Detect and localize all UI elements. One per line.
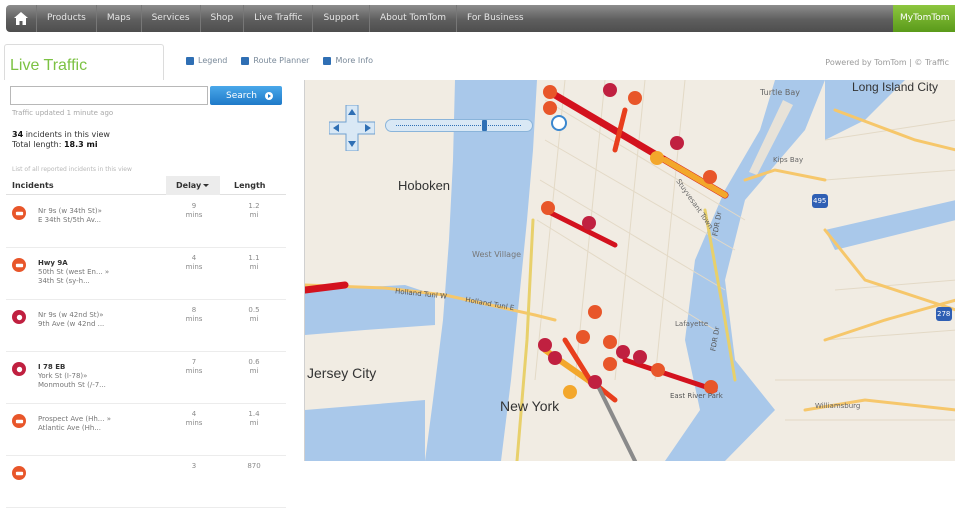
- pan-control[interactable]: [329, 105, 375, 151]
- search-button[interactable]: Search: [210, 86, 282, 105]
- incident-count: 34: [12, 130, 24, 139]
- zoom-handle[interactable]: [482, 120, 487, 131]
- incident-length: 0.5 mi: [248, 306, 260, 323]
- map-label-turtle-bay: Turtle Bay: [760, 88, 800, 97]
- incident-delay: 8 mins: [185, 306, 203, 323]
- incident-count-text: incidents in this view: [25, 130, 110, 139]
- map-label-jersey-city: Jersey City: [307, 365, 377, 381]
- map-tabs: Legend Route Planner More Info: [186, 56, 373, 65]
- incident-description: Hwy 9A 50th St (west En... » 34th St (sy-h…: [38, 259, 110, 285]
- map-label-kips-bay: Kips Bay: [773, 156, 804, 164]
- tab-more-info-label: More Info: [335, 56, 373, 65]
- incident-delay: 4 mins: [185, 410, 203, 427]
- home-button[interactable]: [6, 5, 36, 32]
- shield-495: 495: [813, 197, 827, 205]
- list-note: List of all reported incidents in this v…: [12, 166, 132, 173]
- page-title: Live Traffic: [10, 57, 88, 74]
- map-label-west-village: West Village: [472, 250, 522, 259]
- incident-length: 1.1 mi: [248, 254, 260, 271]
- search-input[interactable]: [10, 86, 208, 105]
- tab-route-planner[interactable]: Route Planner: [241, 56, 309, 65]
- incident-row[interactable]: Nr 9s (w 34th St)» E 34th St/5th Av... 9m…: [6, 196, 286, 248]
- incident-length: 1.4 mi: [248, 410, 260, 427]
- incident-length: 1.2 mi: [248, 202, 260, 219]
- arrow-right-icon: [264, 91, 273, 100]
- nav-live-traffic[interactable]: Live Traffic: [243, 5, 312, 32]
- map-label-hoboken: Hoboken: [398, 178, 451, 193]
- nav-business[interactable]: For Business: [455, 5, 534, 32]
- incident-icon: [12, 258, 26, 272]
- incident-row[interactable]: Hwy 9A 50th St (west En... » 34th St (sy-h…: [6, 248, 286, 300]
- total-length: 18.3 mi: [63, 140, 98, 149]
- map-label-east-river-park: East River Park: [670, 392, 723, 400]
- col-length[interactable]: Length: [234, 181, 265, 190]
- incident-icon: [12, 414, 26, 428]
- incident-table-header: Incidents Delay Length: [6, 176, 286, 195]
- updated-text: Traffic updated 1 minute ago: [12, 109, 114, 117]
- total-length-label: Total length:: [12, 140, 62, 149]
- plus-icon: [241, 56, 250, 65]
- title-row: Live Traffic Legend Route Planner More I…: [0, 36, 955, 80]
- plus-icon: [186, 56, 194, 65]
- incident-list: Nr 9s (w 34th St)» E 34th St/5th Av... 9m…: [6, 196, 286, 508]
- incident-description: Prospect Ave (Hh... » Atlantic Ave (Hh...: [38, 415, 111, 432]
- nav-services[interactable]: Services: [140, 5, 200, 32]
- incident-description: Nr 9s (w 42nd St)» 9th Ave (w 42nd ...: [38, 311, 105, 328]
- zoom-slider[interactable]: [385, 119, 533, 132]
- nav-products[interactable]: Products: [36, 5, 96, 32]
- incident-icon: [12, 466, 26, 480]
- map-label-lafayette: Lafayette: [675, 320, 709, 328]
- zoom-track: [396, 125, 521, 127]
- home-icon: [14, 12, 28, 25]
- top-navigation: Products Maps Services Shop Live Traffic…: [0, 0, 955, 36]
- upper-bay: [305, 400, 425, 461]
- incident-delay: 7 mins: [185, 358, 203, 375]
- shield-278: 278: [937, 310, 951, 318]
- mytomtom-button[interactable]: MyTomTom: [893, 5, 955, 32]
- incident-length: 0.6 mi: [248, 358, 260, 375]
- traffic-map[interactable]: Hoboken Jersey City New York Long Island…: [304, 80, 955, 461]
- incident-icon: [12, 362, 26, 376]
- map-label-long-island-city: Long Island City: [852, 80, 939, 94]
- nav-support[interactable]: Support: [312, 5, 369, 32]
- map-label-williamsburg: Williamsburg: [815, 402, 861, 410]
- col-delay-label: Delay: [176, 181, 202, 190]
- incident-summary: 34 incidents in this view Total length: …: [12, 130, 110, 150]
- zoom-magnifier-icon[interactable]: [551, 115, 567, 131]
- incident-row[interactable]: Nr 9s (w 42nd St)» 9th Ave (w 42nd ... 8m…: [6, 300, 286, 352]
- incident-description: Nr 9s (w 34th St)» E 34th St/5th Av...: [38, 207, 102, 224]
- incident-panel: Search Traffic updated 1 minute ago 34 i…: [4, 80, 288, 508]
- incident-length: 870: [247, 462, 261, 470]
- tab-route-planner-label: Route Planner: [253, 56, 310, 65]
- plus-icon: [323, 56, 332, 65]
- sort-down-icon: [203, 184, 210, 187]
- incident-description: I 78 EB York St (I-78)» Monmouth St (/-7..…: [38, 363, 106, 389]
- nav-about[interactable]: About TomTom: [369, 5, 456, 32]
- incident-row[interactable]: I 78 EB York St (I-78)» Monmouth St (/-7..…: [6, 352, 286, 404]
- nav-shop[interactable]: Shop: [199, 5, 244, 32]
- map-label-new-york: New York: [500, 398, 560, 414]
- incident-icon: [12, 206, 26, 220]
- tab-more-info[interactable]: More Info: [323, 56, 373, 65]
- incident-icon: [12, 310, 26, 324]
- nav-maps[interactable]: Maps: [95, 5, 141, 32]
- incident-row[interactable]: 3 870: [6, 456, 286, 508]
- powered-by: Powered by TomTom | © Traffic: [825, 58, 949, 67]
- incident-row[interactable]: Prospect Ave (Hh... » Atlantic Ave (Hh...…: [6, 404, 286, 456]
- incident-delay: 9 mins: [185, 202, 203, 219]
- tab-legend[interactable]: Legend: [186, 56, 227, 65]
- tab-legend-label: Legend: [198, 56, 228, 65]
- nav-bar: Products Maps Services Shop Live Traffic…: [6, 5, 955, 32]
- col-delay[interactable]: Delay: [166, 176, 220, 195]
- incident-delay: 3: [191, 462, 197, 470]
- search-button-label: Search: [226, 90, 257, 101]
- col-incidents[interactable]: Incidents: [12, 181, 54, 190]
- incident-delay: 4 mins: [185, 254, 203, 271]
